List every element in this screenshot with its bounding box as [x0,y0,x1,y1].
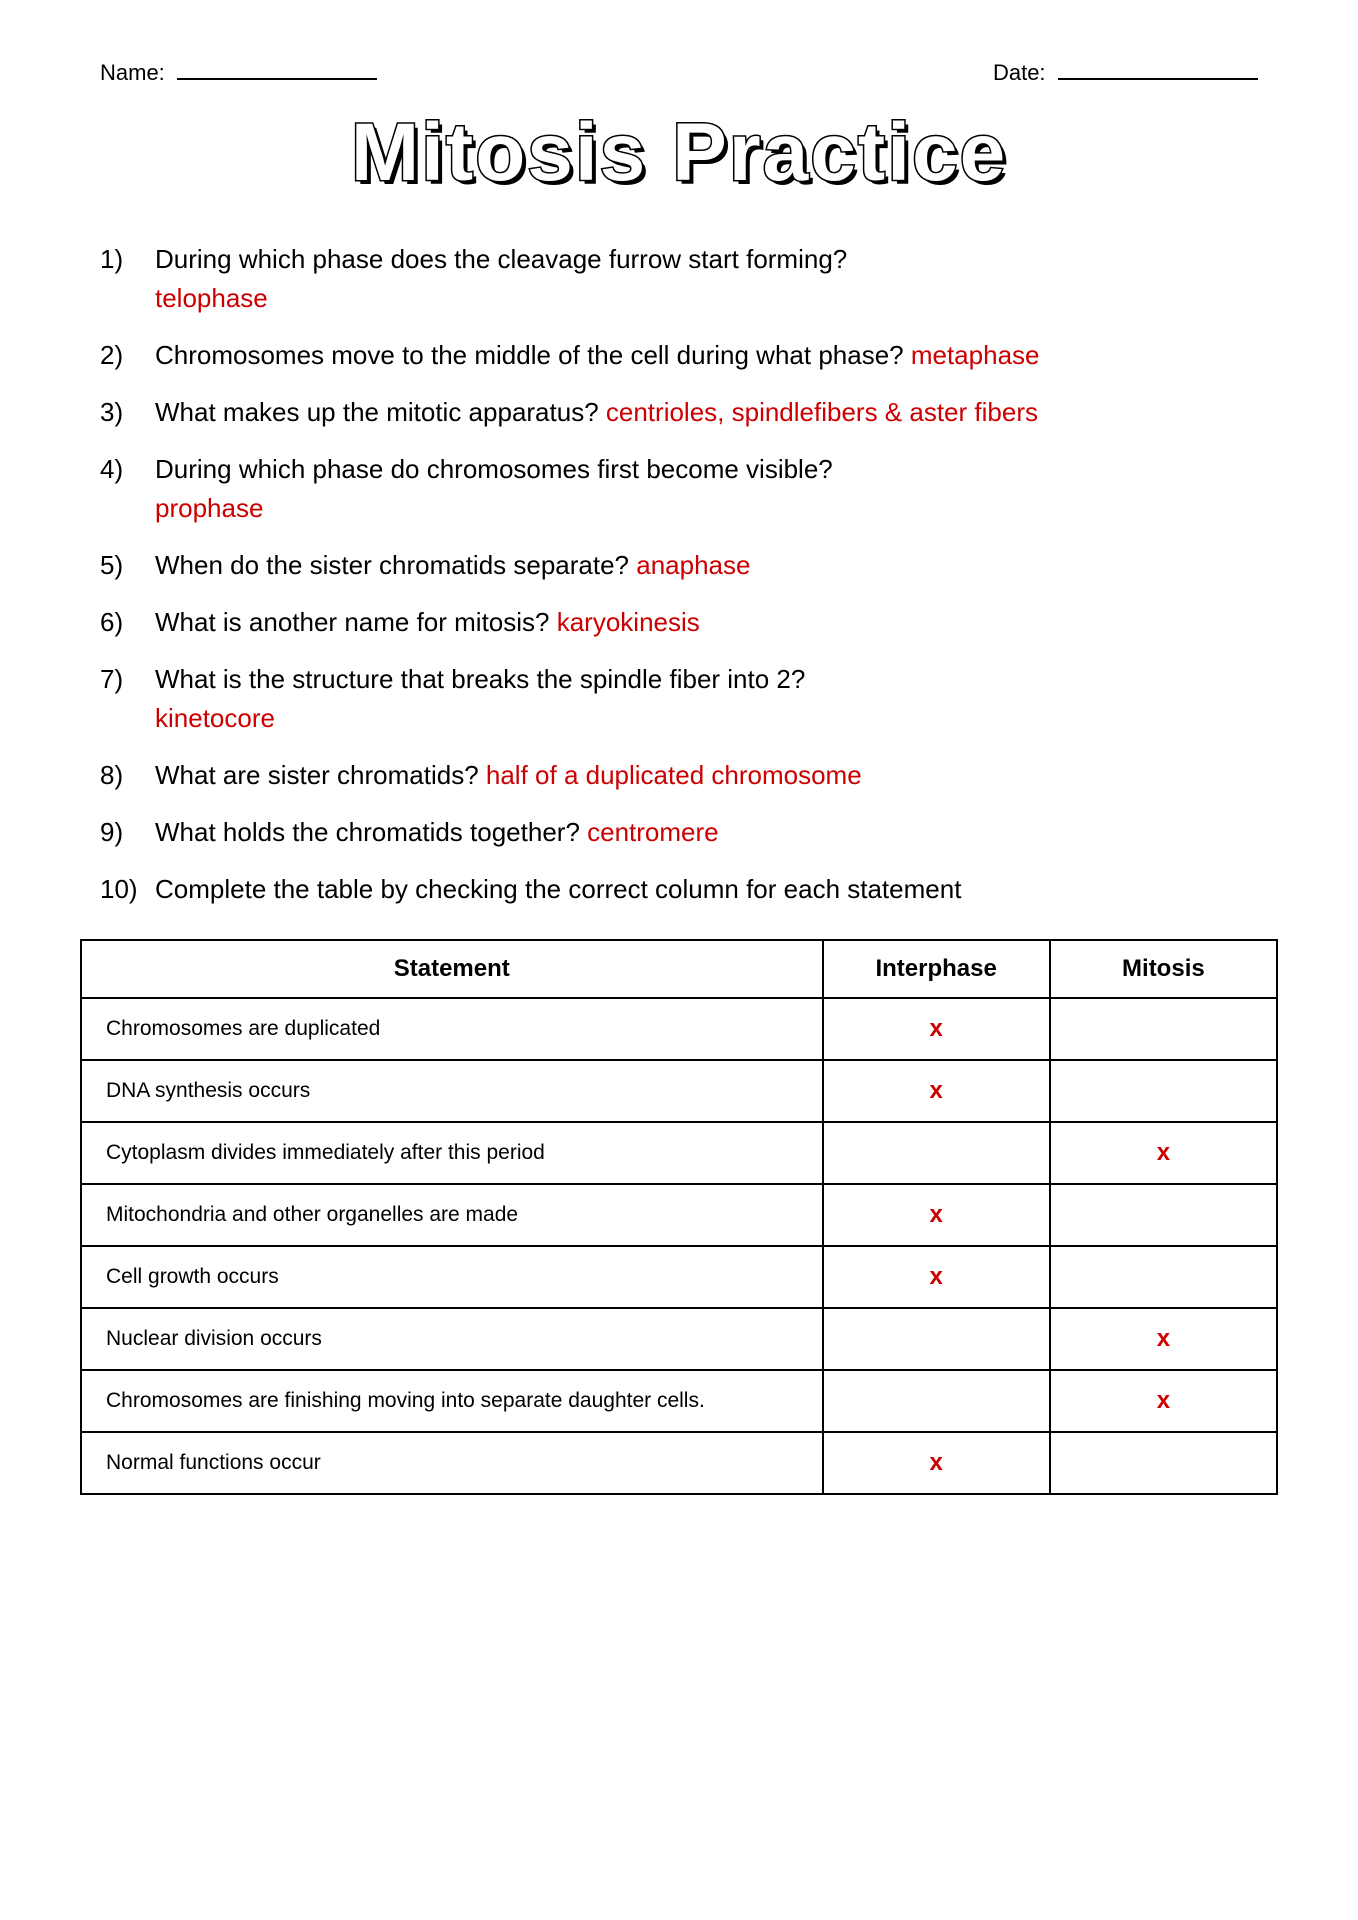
question-text-4: During which phase do chromosomes first … [155,450,833,528]
question-text-1: During which phase does the cleavage fur… [155,240,847,318]
date-label: Date: [993,60,1046,85]
table-statement-6: Chromosomes are finishing moving into se… [81,1370,823,1432]
name-underline [177,78,377,80]
table-header-row: Statement Interphase Mitosis [81,940,1277,998]
answer-9: centromere [587,817,719,847]
table-statement-4: Cell growth occurs [81,1246,823,1308]
question-5: 5) When do the sister chromatids separat… [100,546,1278,585]
question-text-9: What holds the chromatids together? cent… [155,813,719,852]
table-interphase-4: x [823,1246,1050,1308]
date-underline [1058,78,1258,80]
table-mitosis-7 [1050,1432,1277,1494]
table-row: Mitochondria and other organelles are ma… [81,1184,1277,1246]
table-mitosis-6: x [1050,1370,1277,1432]
col-header-interphase: Interphase [823,940,1050,998]
table-statement-1: DNA synthesis occurs [81,1060,823,1122]
table-mitosis-0 [1050,998,1277,1060]
name-field: Name: [100,60,377,86]
question-number-4: 4) [100,450,155,528]
table-statement-0: Chromosomes are duplicated [81,998,823,1060]
col-header-mitosis: Mitosis [1050,940,1277,998]
question-text-8: What are sister chromatids? half of a du… [155,756,862,795]
title-container: Mitosis Practice [80,106,1278,200]
table-row: Chromosomes are finishing moving into se… [81,1370,1277,1432]
question-number-5: 5) [100,546,155,585]
table-interphase-1: x [823,1060,1050,1122]
table-interphase-5 [823,1308,1050,1370]
question-3: 3) What makes up the mitotic apparatus? … [100,393,1278,432]
question-number-9: 9) [100,813,155,852]
table-row: DNA synthesis occursx [81,1060,1277,1122]
question-text-2: Chromosomes move to the middle of the ce… [155,336,1040,375]
question-text-6: What is another name for mitosis? karyok… [155,603,700,642]
table-mitosis-2: x [1050,1122,1277,1184]
table-row: Cytoplasm divides immediately after this… [81,1122,1277,1184]
table-statement-3: Mitochondria and other organelles are ma… [81,1184,823,1246]
question-number-3: 3) [100,393,155,432]
question-4: 4) During which phase do chromosomes fir… [100,450,1278,528]
question-number-2: 2) [100,336,155,375]
question-9: 9) What holds the chromatids together? c… [100,813,1278,852]
answer-4: prophase [155,493,263,523]
table-mitosis-3 [1050,1184,1277,1246]
table-interphase-2 [823,1122,1050,1184]
answer-1: telophase [155,283,268,313]
table-row: Nuclear division occurs x [81,1308,1277,1370]
table-mitosis-5: x [1050,1308,1277,1370]
col-header-statement: Statement [81,940,823,998]
table-interphase-6 [823,1370,1050,1432]
table-interphase-7: x [823,1432,1050,1494]
table-section: Statement Interphase Mitosis Chromosomes… [80,939,1278,1495]
question-1: 1) During which phase does the cleavage … [100,240,1278,318]
answer-2: metaphase [911,340,1040,370]
question-text-3: What makes up the mitotic apparatus? cen… [155,393,1038,432]
page-title: Mitosis Practice [351,106,1007,200]
answer-6: karyokinesis [557,607,700,637]
question-text-5: When do the sister chromatids separate? … [155,546,750,585]
table-interphase-0: x [823,998,1050,1060]
date-field: Date: [993,60,1258,86]
question-number-10: 10) [100,870,155,909]
table-statement-5: Nuclear division occurs [81,1308,823,1370]
answer-3: centrioles, spindlefibers & aster fibers [606,397,1038,427]
question-8: 8) What are sister chromatids? half of a… [100,756,1278,795]
question-2: 2) Chromosomes move to the middle of the… [100,336,1278,375]
table-statement-2: Cytoplasm divides immediately after this… [81,1122,823,1184]
answer-7: kinetocore [155,703,275,733]
question-number-7: 7) [100,660,155,738]
question-7: 7) What is the structure that breaks the… [100,660,1278,738]
answer-table: Statement Interphase Mitosis Chromosomes… [80,939,1278,1495]
question-text-7: What is the structure that breaks the sp… [155,660,805,738]
question-10: 10) Complete the table by checking the c… [100,870,1278,909]
table-row: Normal functions occurx [81,1432,1277,1494]
question-number-6: 6) [100,603,155,642]
header: Name: Date: [80,60,1278,86]
question-number-8: 8) [100,756,155,795]
name-label: Name: [100,60,165,85]
table-row: Chromosomes are duplicatedx [81,998,1277,1060]
answer-8: half of a duplicated chromosome [486,760,862,790]
table-mitosis-1 [1050,1060,1277,1122]
question-number-1: 1) [100,240,155,318]
question-6: 6) What is another name for mitosis? kar… [100,603,1278,642]
table-interphase-3: x [823,1184,1050,1246]
table-row: Cell growth occursx [81,1246,1277,1308]
question-text-10: Complete the table by checking the corre… [155,870,961,909]
questions-section: 1) During which phase does the cleavage … [80,240,1278,909]
table-statement-7: Normal functions occur [81,1432,823,1494]
table-mitosis-4 [1050,1246,1277,1308]
answer-5: anaphase [636,550,750,580]
